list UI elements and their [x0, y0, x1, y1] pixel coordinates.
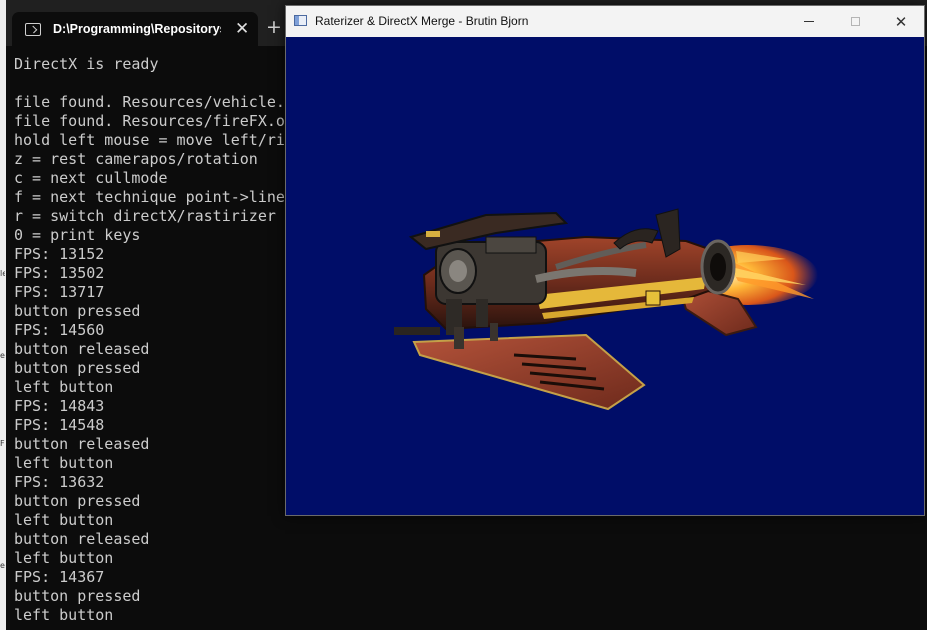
terminal-line: left button	[14, 511, 114, 529]
window-title-bar[interactable]: Raterizer & DirectX Merge - Brutin Bjorn…	[286, 6, 924, 38]
minimize-button[interactable]	[786, 6, 832, 37]
terminal-tab-title: D:\Programming\Repositorys\	[53, 22, 221, 36]
terminal-line: FPS: 14843	[14, 397, 105, 415]
terminal-icon	[25, 22, 41, 36]
terminal-line: button pressed	[14, 359, 141, 377]
terminal-line: r = switch directX/rastirizer	[14, 207, 276, 225]
terminal-line: FPS: 14560	[14, 321, 105, 339]
terminal-line: 0 = print keys	[14, 226, 141, 244]
terminal-line: file found. Resources/vehicle.	[14, 93, 285, 111]
app-window-icon	[294, 15, 307, 26]
render-viewport[interactable]	[286, 37, 924, 515]
terminal-line: button released	[14, 435, 150, 453]
terminal-line: file found. Resources/fireFX.o	[14, 112, 285, 130]
terminal-line: button pressed	[14, 492, 141, 510]
terminal-line: FPS: 14367	[14, 568, 105, 586]
rasterizer-window[interactable]: Raterizer & DirectX Merge - Brutin Bjorn…	[285, 5, 925, 516]
terminal-line: button pressed	[14, 302, 141, 320]
terminal-line: z = rest camerapos/rotation	[14, 150, 258, 168]
terminal-output[interactable]: DirectX is ready file found. Resources/ve…	[14, 55, 285, 625]
background-text-fragment: e	[0, 562, 5, 570]
terminal-line: FPS: 14548	[14, 416, 105, 434]
terminal-line: f = next technique point->line	[14, 188, 285, 206]
terminal-line: c = next cullmode	[14, 169, 168, 187]
terminal-line: left button	[14, 378, 114, 396]
close-tab-icon[interactable]: ✕	[235, 20, 249, 38]
background-text-fragment: le	[0, 270, 5, 278]
background-text-fragment: et	[0, 352, 5, 360]
terminal-line: button released	[14, 530, 150, 548]
terminal-line: FPS: 13632	[14, 473, 105, 491]
new-tab-button[interactable]: +	[266, 18, 282, 37]
close-button[interactable]: ✕	[878, 6, 924, 37]
rendered-vehicle	[394, 208, 818, 411]
terminal-line: FPS: 13502	[14, 264, 105, 282]
terminal-tab[interactable]: D:\Programming\Repositorys\ ✕	[12, 12, 258, 46]
terminal-line: button pressed	[14, 587, 141, 605]
terminal-line: FPS: 13152	[14, 245, 105, 263]
terminal-line: DirectX is ready	[14, 55, 159, 73]
terminal-line: left button	[14, 454, 114, 472]
minimize-icon	[804, 21, 814, 22]
maximize-icon	[850, 17, 860, 26]
terminal-line: FPS: 13717	[14, 283, 105, 301]
terminal-line: left button	[14, 606, 114, 624]
maximize-button[interactable]	[832, 6, 878, 37]
terminal-line: button released	[14, 340, 150, 358]
lower-wing	[412, 333, 646, 411]
terminal-line: left button	[14, 549, 114, 567]
terminal-line: hold left mouse = move left/ri	[14, 131, 285, 149]
window-title: Raterizer & DirectX Merge - Brutin Bjorn	[315, 14, 529, 28]
background-text-fragment: F	[0, 440, 5, 448]
